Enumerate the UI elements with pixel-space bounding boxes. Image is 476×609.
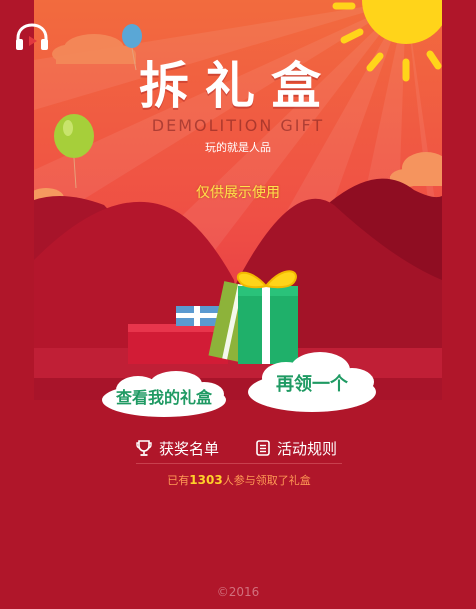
participant-count-text: 已有1303人参与领取了礼盒 [136,472,342,488]
activity-rules-link[interactable]: 活动规则 [256,437,337,459]
document-icon [256,440,270,456]
participant-suffix: 人参与领取了礼盒 [222,474,311,487]
page-title: 拆礼盒 [139,57,337,115]
page: 拆礼盒 DEMOLITION GIFT 玩的就是人品 仅供展示使用 查看我的礼盒… [0,0,476,609]
trophy-icon [136,440,152,456]
demo-notice: 仅供展示使用 [196,185,280,201]
winners-list-link[interactable]: 获奖名单 [136,437,219,459]
claim-again-button[interactable]: 再领一个 [246,350,378,414]
view-my-gifts-label: 查看我的礼盒 [115,388,212,407]
winners-list-label: 获奖名单 [159,439,220,458]
copyright: ©2016 [216,585,260,599]
page-title-english: DEMOLITION GIFT [151,116,325,135]
view-my-gifts-button[interactable]: 查看我的礼盒 [98,370,230,420]
bottom-nav: 获奖名单 活动规则 [136,437,342,464]
claim-again-label: 再领一个 [276,374,348,395]
participant-count: 1303 [189,473,223,487]
activity-rules-label: 活动规则 [277,439,338,458]
tagline: 玩的就是人品 [205,141,271,154]
participant-prefix: 已有 [167,474,190,487]
